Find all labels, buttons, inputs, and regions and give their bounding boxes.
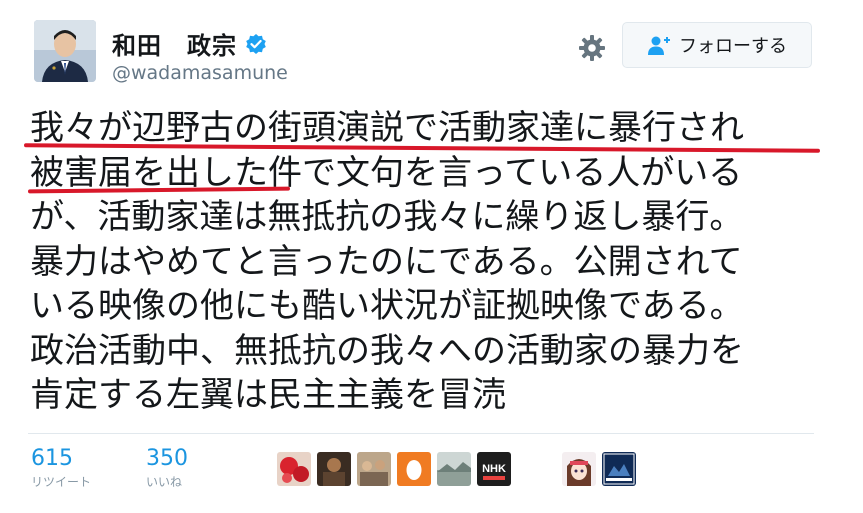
retweet-stat[interactable]: 615 リツイート <box>31 446 91 490</box>
retweet-count: 615 <box>31 446 73 471</box>
nhk-logo-avatar-icon[interactable]: NHK <box>477 452 511 486</box>
tweet-line: 暴力はやめてと言ったのにである。公開されて <box>30 241 743 282</box>
group-photo-avatar-icon[interactable] <box>357 452 391 486</box>
divider <box>28 433 814 434</box>
tweet-line: 肯定する左翼は民主主義を冒涜 <box>30 375 506 415</box>
user-name-row: 和田 政宗 <box>112 26 267 61</box>
avatar[interactable] <box>34 20 96 82</box>
like-count: 350 <box>146 446 188 471</box>
takeshima-avatar-icon[interactable] <box>602 452 636 486</box>
landscape-photo-avatar-icon[interactable] <box>437 452 471 486</box>
retweet-label: リツイート <box>31 475 92 489</box>
like-label: いいね <box>146 475 183 489</box>
anime-girl-avatar-icon[interactable] <box>562 452 596 486</box>
like-stat[interactable]: 350 いいね <box>146 446 188 490</box>
user-handle[interactable]: @wadamasamune <box>112 62 288 84</box>
tweet-text: 我々が辺野古の街頭演説で活動家達に暴行され 被害届を出した件で文句を言っている人… <box>30 106 830 418</box>
tweet-line: 政治活動中、無抵抗の我々への活動家の暴力を <box>30 330 744 371</box>
svg-text:NHK: NHK <box>482 463 506 475</box>
tweet-line: が、活動家達は無抵抗の我々に繰り返し暴行。 <box>30 197 744 237</box>
gear-icon[interactable] <box>578 34 606 62</box>
add-user-icon <box>647 34 671 56</box>
follow-button-label: フォローする <box>679 36 787 57</box>
tweet-line: いる映像の他にも酷い状況が証拠映像である。 <box>30 286 744 326</box>
display-name[interactable]: 和田 政宗 <box>112 26 237 61</box>
verified-badge-icon <box>245 33 267 55</box>
default-egg-avatar-icon[interactable] <box>397 452 431 486</box>
red-floral-avatar-icon[interactable] <box>277 452 311 486</box>
follow-button[interactable]: フォローする <box>622 22 812 68</box>
dark-photo-avatar-icon[interactable] <box>317 452 351 486</box>
